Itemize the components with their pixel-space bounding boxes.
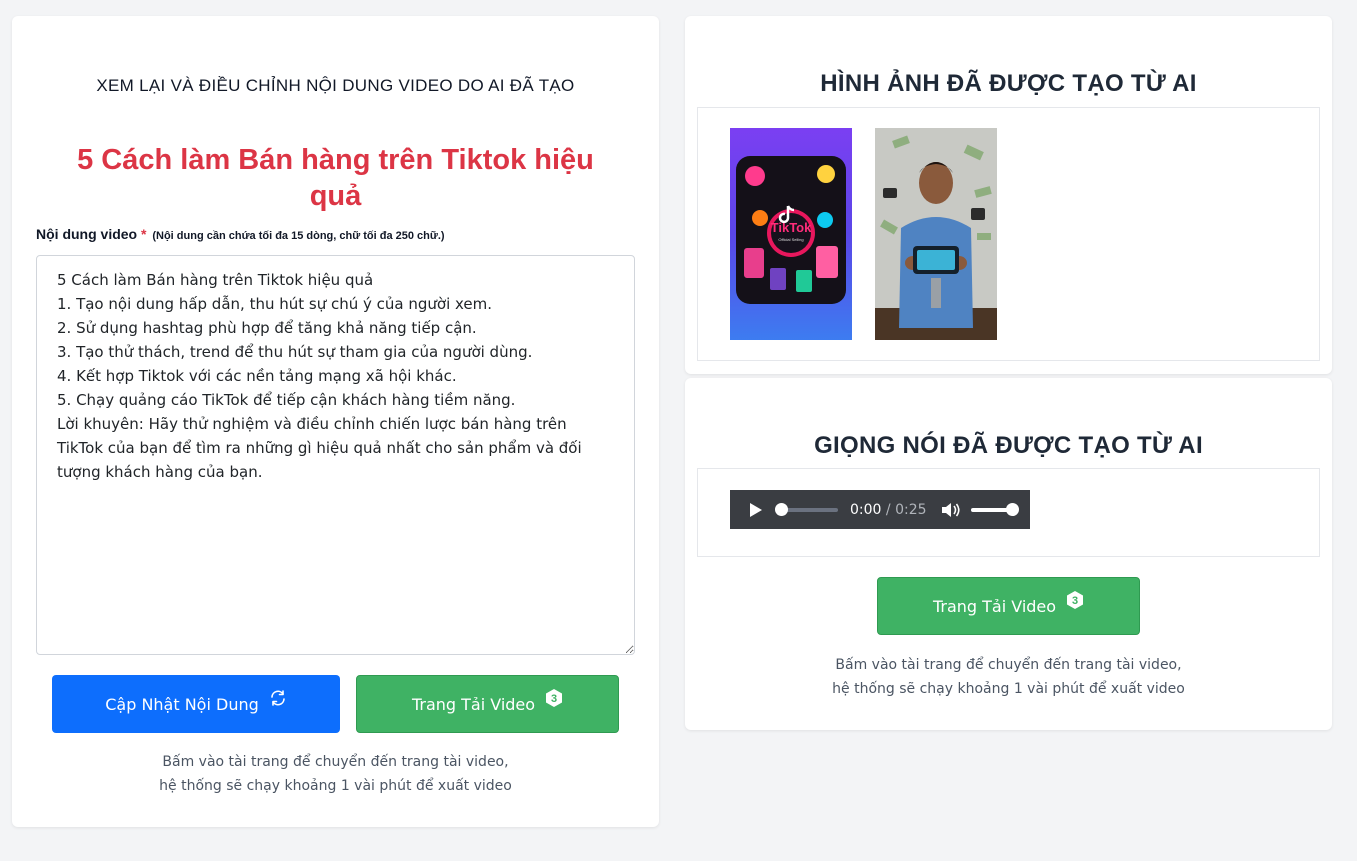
content-field-label: Nội dung video * (Nội dung cần chứa tối … — [36, 226, 445, 242]
review-heading: XEM LẠI VÀ ĐIỀU CHỈNH NỘI DUNG VIDEO DO … — [96, 76, 575, 95]
update-content-label: Cập Nhật Nội Dung — [105, 694, 259, 714]
time-separator: / — [885, 501, 891, 518]
hint-line-1: Bấm vào tài trang để chuyển đến trang tà… — [835, 657, 1182, 673]
images-section-title: HÌNH ẢNH ĐÃ ĐƯỢC TẠO TỪ AI — [820, 70, 1197, 97]
download-hint-right: Bấm vào tài trang để chuyển đến trang tà… — [685, 653, 1332, 701]
play-icon[interactable] — [746, 500, 766, 520]
download-hint: Bấm vào tài trang để chuyển đến trang tà… — [12, 750, 659, 798]
audio-container: 0:00 / 0:25 — [697, 468, 1320, 557]
volume-slider[interactable] — [970, 502, 1019, 516]
tiktok-logo-text: TikTok — [771, 220, 812, 235]
update-content-button[interactable]: Cập Nhật Nội Dung — [52, 675, 340, 733]
download-video-page-button[interactable]: Trang Tải Video 3 — [356, 675, 619, 733]
download-video-label: Trang Tải Video — [932, 596, 1057, 616]
tiktok-collage-image[interactable]: TikTok Official Selling — [730, 128, 852, 340]
man-holding-phone-money-image[interactable] — [875, 128, 997, 340]
hint-line-2: hệ thống sẽ chạy khoảng 1 vài phút để xu… — [832, 681, 1185, 697]
time-display: 0:00 / 0:25 — [850, 502, 927, 518]
ai-images-card: HÌNH ẢNH ĐÃ ĐƯỢC TẠO TỪ AI TikTok Offici… — [685, 16, 1332, 374]
audio-player: 0:00 / 0:25 — [730, 490, 1030, 529]
current-time: 0:00 — [850, 501, 882, 518]
video-content-textarea[interactable]: 5 Cách làm Bán hàng trên Tiktok hiệu quả… — [36, 255, 635, 655]
required-mark: * — [141, 226, 147, 242]
tiktok-logo-subtext: Official Selling — [778, 237, 803, 242]
badge-number: 3 — [1072, 595, 1078, 607]
hint-line-2: hệ thống sẽ chạy khoảng 1 vài phút để xu… — [159, 778, 512, 794]
volume-icon[interactable] — [941, 500, 961, 520]
seek-slider[interactable] — [775, 502, 838, 516]
duration: 0:25 — [895, 501, 927, 518]
volume-knob[interactable] — [1005, 502, 1019, 516]
hint-line-1: Bấm vào tài trang để chuyển đến trang tà… — [162, 754, 509, 770]
refresh-icon — [269, 689, 287, 707]
video-title: 5 Cách làm Bán hàng trên Tiktok hiệu quả — [77, 144, 594, 212]
seek-knob[interactable] — [775, 502, 788, 516]
content-label-text: Nội dung video — [36, 226, 138, 242]
images-gallery: TikTok Official Selling — [697, 107, 1320, 361]
hexagon-three-icon: 3 — [545, 688, 563, 708]
voice-section-title: GIỌNG NÓI ĐÃ ĐƯỢC TẠO TỪ AI — [814, 432, 1203, 459]
download-video-page-button-right[interactable]: Trang Tải Video 3 — [877, 577, 1140, 635]
hexagon-three-icon: 3 — [1066, 590, 1084, 610]
content-editor-card: XEM LẠI VÀ ĐIỀU CHỈNH NỘI DUNG VIDEO DO … — [12, 16, 659, 827]
badge-number: 3 — [551, 693, 557, 705]
download-video-label: Trang Tải Video — [411, 694, 536, 714]
ai-voice-card: GIỌNG NÓI ĐÃ ĐƯỢC TẠO TỪ AI 0:00 / 0:25 — [685, 378, 1332, 730]
content-field-note: (Nội dung cần chứa tối đa 15 dòng, chữ t… — [152, 230, 445, 242]
